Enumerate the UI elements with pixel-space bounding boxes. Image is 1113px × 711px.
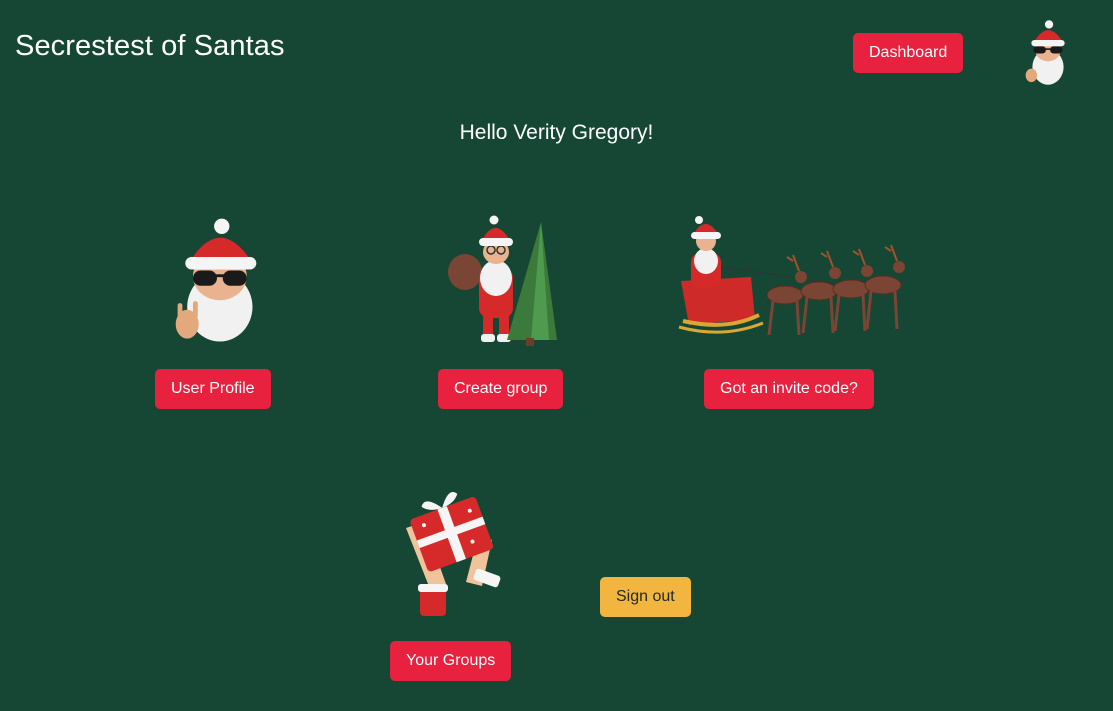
- app-title: Secrestest of Santas: [15, 30, 285, 62]
- your-groups-button[interactable]: Your Groups: [390, 641, 512, 681]
- invite-code-button[interactable]: Got an invite code?: [704, 369, 874, 409]
- santa-tree-icon: [445, 215, 560, 348]
- santa-sleigh-icon: [677, 215, 905, 345]
- santa-sunglasses-icon: [168, 216, 264, 346]
- sign-out-button[interactable]: Sign out: [600, 577, 691, 617]
- user-profile-button[interactable]: User Profile: [155, 369, 271, 409]
- gift-hands-icon: [398, 488, 506, 620]
- create-group-button[interactable]: Create group: [438, 369, 564, 409]
- dashboard-button[interactable]: Dashboard: [853, 33, 964, 73]
- santa-avatar-icon[interactable]: [1022, 18, 1074, 88]
- greeting-text: Hello Verity Gregory!: [459, 121, 654, 144]
